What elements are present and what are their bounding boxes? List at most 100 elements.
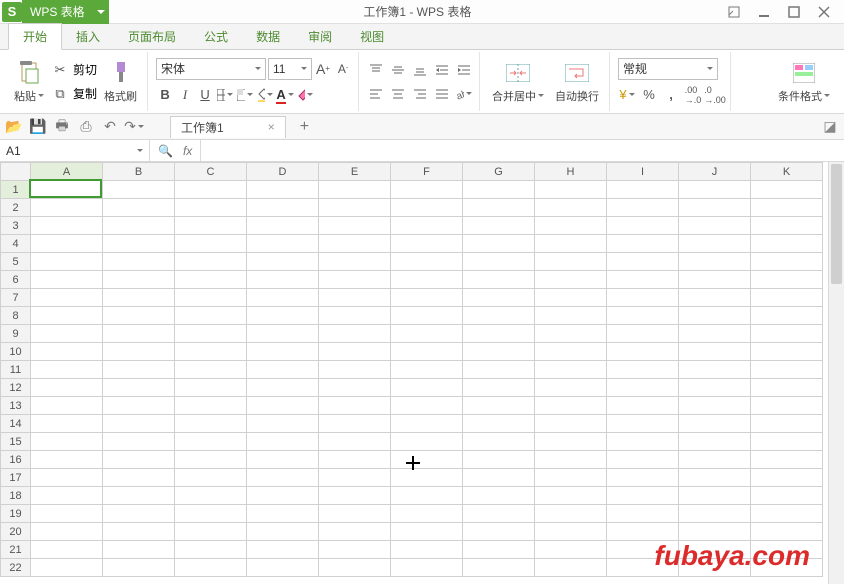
cell[interactable] bbox=[31, 451, 103, 469]
cell[interactable] bbox=[463, 415, 535, 433]
cell[interactable] bbox=[103, 541, 175, 559]
cell[interactable] bbox=[247, 415, 319, 433]
cell[interactable] bbox=[103, 397, 175, 415]
comma-icon[interactable]: , bbox=[662, 86, 680, 104]
tab-page-layout[interactable]: 页面布局 bbox=[114, 24, 190, 49]
cell[interactable] bbox=[247, 451, 319, 469]
cell[interactable] bbox=[175, 253, 247, 271]
cell[interactable] bbox=[31, 217, 103, 235]
cell[interactable] bbox=[535, 307, 607, 325]
cell[interactable] bbox=[463, 325, 535, 343]
minimize-button[interactable] bbox=[756, 4, 772, 20]
cell[interactable] bbox=[679, 415, 751, 433]
align-top-icon[interactable] bbox=[367, 61, 385, 79]
cell[interactable] bbox=[175, 199, 247, 217]
cell[interactable] bbox=[31, 361, 103, 379]
cell[interactable] bbox=[391, 469, 463, 487]
row-header[interactable]: 19 bbox=[1, 505, 31, 523]
cell[interactable] bbox=[31, 181, 103, 199]
cell[interactable] bbox=[463, 505, 535, 523]
cell[interactable] bbox=[751, 397, 823, 415]
row-header[interactable]: 7 bbox=[1, 289, 31, 307]
cell[interactable] bbox=[103, 271, 175, 289]
cell[interactable] bbox=[103, 343, 175, 361]
cell[interactable] bbox=[679, 541, 751, 559]
cell[interactable] bbox=[391, 181, 463, 199]
cell[interactable] bbox=[31, 235, 103, 253]
cell[interactable] bbox=[247, 289, 319, 307]
maximize-button[interactable] bbox=[786, 4, 802, 20]
cell[interactable] bbox=[391, 397, 463, 415]
cell[interactable] bbox=[247, 325, 319, 343]
cell[interactable] bbox=[751, 433, 823, 451]
cell[interactable] bbox=[463, 307, 535, 325]
row-header[interactable]: 1 bbox=[1, 181, 31, 199]
cell[interactable] bbox=[607, 199, 679, 217]
cell[interactable] bbox=[391, 271, 463, 289]
cell[interactable] bbox=[535, 253, 607, 271]
col-header[interactable]: G bbox=[463, 163, 535, 181]
font-color-button[interactable]: A bbox=[276, 86, 294, 104]
cell[interactable] bbox=[247, 199, 319, 217]
close-tab-icon[interactable]: × bbox=[268, 120, 275, 134]
cell[interactable] bbox=[607, 217, 679, 235]
cell[interactable] bbox=[535, 361, 607, 379]
add-tab-button[interactable]: + bbox=[300, 118, 309, 136]
row-header[interactable]: 21 bbox=[1, 541, 31, 559]
cell[interactable] bbox=[607, 541, 679, 559]
cell[interactable] bbox=[175, 235, 247, 253]
cell[interactable] bbox=[463, 271, 535, 289]
decrease-decimal-icon[interactable]: .0→.00 bbox=[706, 86, 724, 104]
open-icon[interactable]: 📂 bbox=[6, 119, 22, 135]
cell[interactable] bbox=[31, 523, 103, 541]
cell[interactable] bbox=[391, 289, 463, 307]
cell[interactable] bbox=[247, 379, 319, 397]
cell[interactable] bbox=[607, 451, 679, 469]
cell[interactable] bbox=[391, 199, 463, 217]
cell[interactable] bbox=[463, 289, 535, 307]
col-header[interactable]: A bbox=[31, 163, 103, 181]
cell[interactable] bbox=[607, 469, 679, 487]
row-header[interactable]: 13 bbox=[1, 397, 31, 415]
cell[interactable] bbox=[247, 235, 319, 253]
cell[interactable] bbox=[319, 505, 391, 523]
cell[interactable] bbox=[391, 361, 463, 379]
cell[interactable] bbox=[679, 361, 751, 379]
cell[interactable] bbox=[247, 181, 319, 199]
cell[interactable] bbox=[679, 343, 751, 361]
cell[interactable] bbox=[535, 559, 607, 577]
cell[interactable] bbox=[31, 559, 103, 577]
cell[interactable] bbox=[535, 487, 607, 505]
print-preview-icon[interactable]: ⎙ bbox=[78, 119, 94, 135]
cell[interactable] bbox=[319, 451, 391, 469]
cell[interactable] bbox=[607, 343, 679, 361]
cell[interactable] bbox=[319, 487, 391, 505]
cell[interactable] bbox=[31, 505, 103, 523]
cell[interactable] bbox=[103, 289, 175, 307]
cell[interactable] bbox=[535, 505, 607, 523]
cell[interactable] bbox=[679, 451, 751, 469]
cell[interactable] bbox=[463, 235, 535, 253]
cell[interactable] bbox=[751, 361, 823, 379]
cell[interactable] bbox=[175, 289, 247, 307]
cell[interactable] bbox=[535, 235, 607, 253]
copy-button[interactable]: ⧉复制 bbox=[51, 83, 97, 105]
tab-insert[interactable]: 插入 bbox=[62, 24, 114, 49]
scrollbar-thumb[interactable] bbox=[831, 164, 842, 284]
cut-button[interactable]: ✂剪切 bbox=[51, 59, 97, 81]
cell[interactable] bbox=[103, 253, 175, 271]
cell[interactable] bbox=[751, 253, 823, 271]
cell[interactable] bbox=[247, 433, 319, 451]
row-header[interactable]: 9 bbox=[1, 325, 31, 343]
cell[interactable] bbox=[391, 307, 463, 325]
cell[interactable] bbox=[319, 235, 391, 253]
cell[interactable] bbox=[319, 253, 391, 271]
cell[interactable] bbox=[751, 343, 823, 361]
cell[interactable] bbox=[535, 397, 607, 415]
cell[interactable] bbox=[247, 217, 319, 235]
align-center-icon[interactable] bbox=[389, 85, 407, 103]
cell[interactable] bbox=[679, 181, 751, 199]
row-header[interactable]: 14 bbox=[1, 415, 31, 433]
cell[interactable] bbox=[751, 181, 823, 199]
cell[interactable] bbox=[103, 217, 175, 235]
